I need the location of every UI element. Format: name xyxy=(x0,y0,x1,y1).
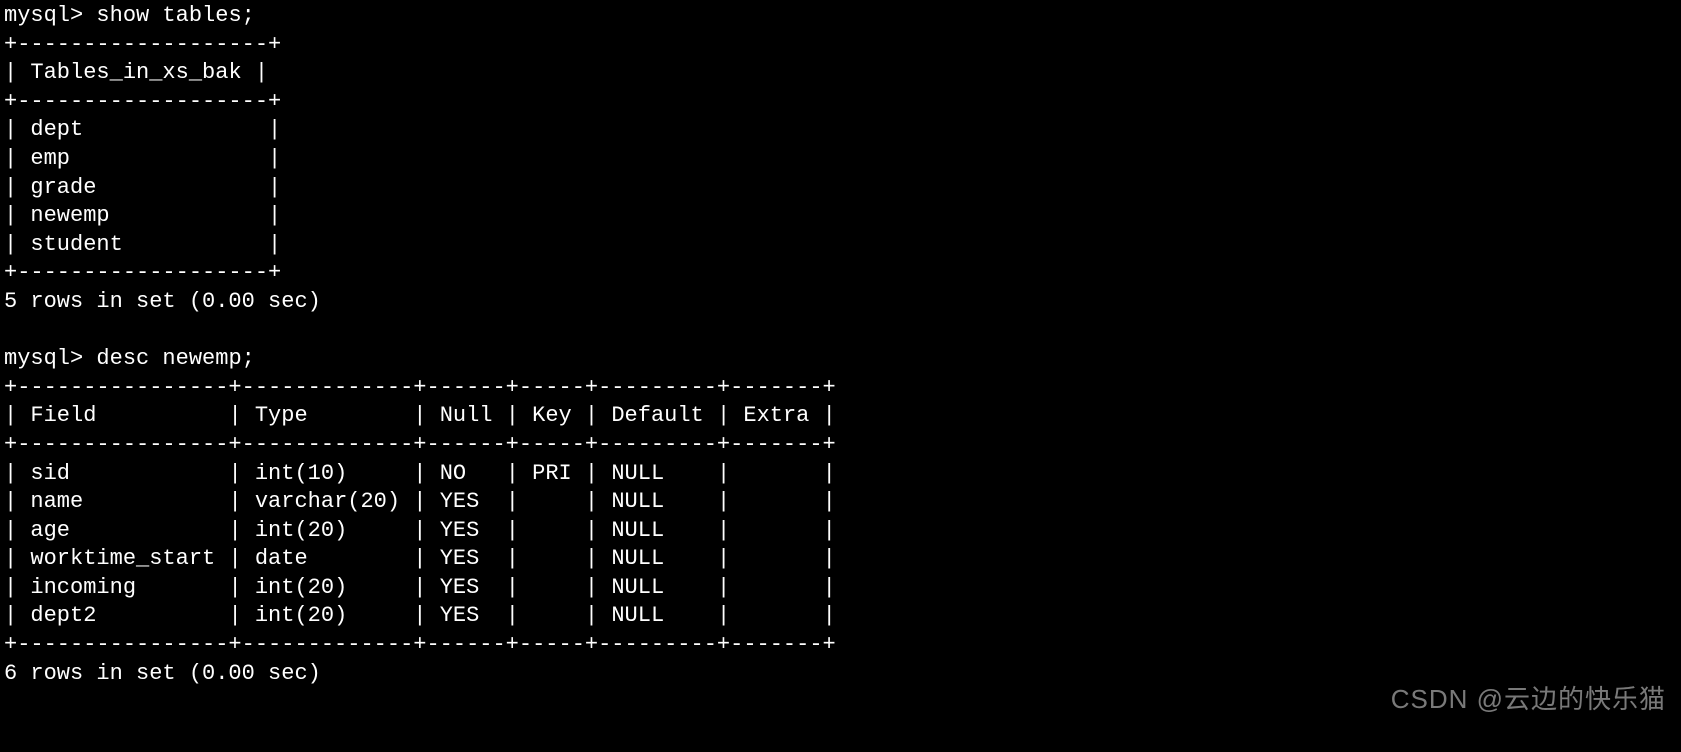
command1: show tables; xyxy=(96,3,254,28)
cell: NULL xyxy=(611,603,664,628)
cell: age xyxy=(30,518,70,543)
cell: varchar(20) xyxy=(255,489,400,514)
cell: NULL xyxy=(611,461,664,486)
table-row: grade xyxy=(30,175,96,200)
cell: YES xyxy=(440,489,480,514)
prompt: mysql> xyxy=(4,3,83,28)
cell: incoming xyxy=(30,575,136,600)
cell: PRI xyxy=(532,461,572,486)
table-row: emp xyxy=(30,146,70,171)
watermark: CSDN @云边的快乐猫 xyxy=(1391,683,1666,717)
cell: YES xyxy=(440,546,480,571)
table-row: student xyxy=(30,232,122,257)
col-header: Key xyxy=(532,403,572,428)
status2: 6 rows in set (0.00 sec) xyxy=(4,661,321,686)
cell: NULL xyxy=(611,575,664,600)
prompt: mysql> xyxy=(4,346,83,371)
col-header: Extra xyxy=(743,403,809,428)
cell: NO xyxy=(440,461,466,486)
cell: YES xyxy=(440,575,480,600)
cell: int(10) xyxy=(255,461,347,486)
cell: int(20) xyxy=(255,575,347,600)
cell: sid xyxy=(30,461,70,486)
table1-header: Tables_in_xs_bak xyxy=(30,60,241,85)
cell: name xyxy=(30,489,83,514)
col-header: Null xyxy=(440,403,493,428)
table-row: dept xyxy=(30,117,83,142)
cell: NULL xyxy=(611,546,664,571)
cell: int(20) xyxy=(255,603,347,628)
cell: NULL xyxy=(611,489,664,514)
col-header: Default xyxy=(611,403,703,428)
terminal-output: mysql> show tables; +-------------------… xyxy=(4,2,1677,688)
command2: desc newemp; xyxy=(96,346,254,371)
status1: 5 rows in set (0.00 sec) xyxy=(4,289,321,314)
cell: YES xyxy=(440,518,480,543)
cell: NULL xyxy=(611,518,664,543)
cell: dept2 xyxy=(30,603,96,628)
col-header: Type xyxy=(255,403,308,428)
cell: int(20) xyxy=(255,518,347,543)
cell: YES xyxy=(440,603,480,628)
col-header: Field xyxy=(30,403,96,428)
cell: worktime_start xyxy=(30,546,215,571)
table-row: newemp xyxy=(30,203,109,228)
cell: date xyxy=(255,546,308,571)
